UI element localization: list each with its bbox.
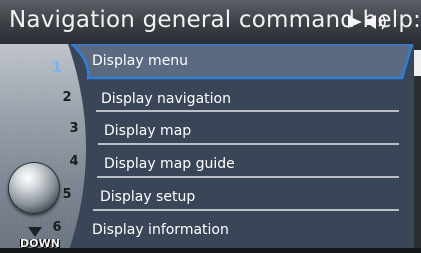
header-bar: Navigation general command help: — [0, 0, 421, 45]
scrollbar[interactable] — [414, 44, 421, 249]
menu-item-display-navigation[interactable]: Display navigation — [101, 88, 231, 110]
scroll-thumb[interactable] — [414, 50, 421, 76]
menu-pane: Display menu Display navigation Display … — [0, 44, 421, 253]
speaker-icon — [348, 14, 386, 30]
menu-item-display-information[interactable]: Display information — [92, 219, 229, 241]
nav-help-screen: Navigation general command help: DOWN 1 … — [0, 0, 421, 253]
bottom-strip — [0, 248, 421, 253]
menu-item-display-setup[interactable]: Display setup — [100, 186, 195, 208]
menu-item-display-map[interactable]: Display map — [104, 120, 191, 142]
menu-item-display-map-guide[interactable]: Display map guide — [104, 153, 235, 175]
menu-item-display-menu[interactable]: Display menu — [92, 50, 188, 72]
